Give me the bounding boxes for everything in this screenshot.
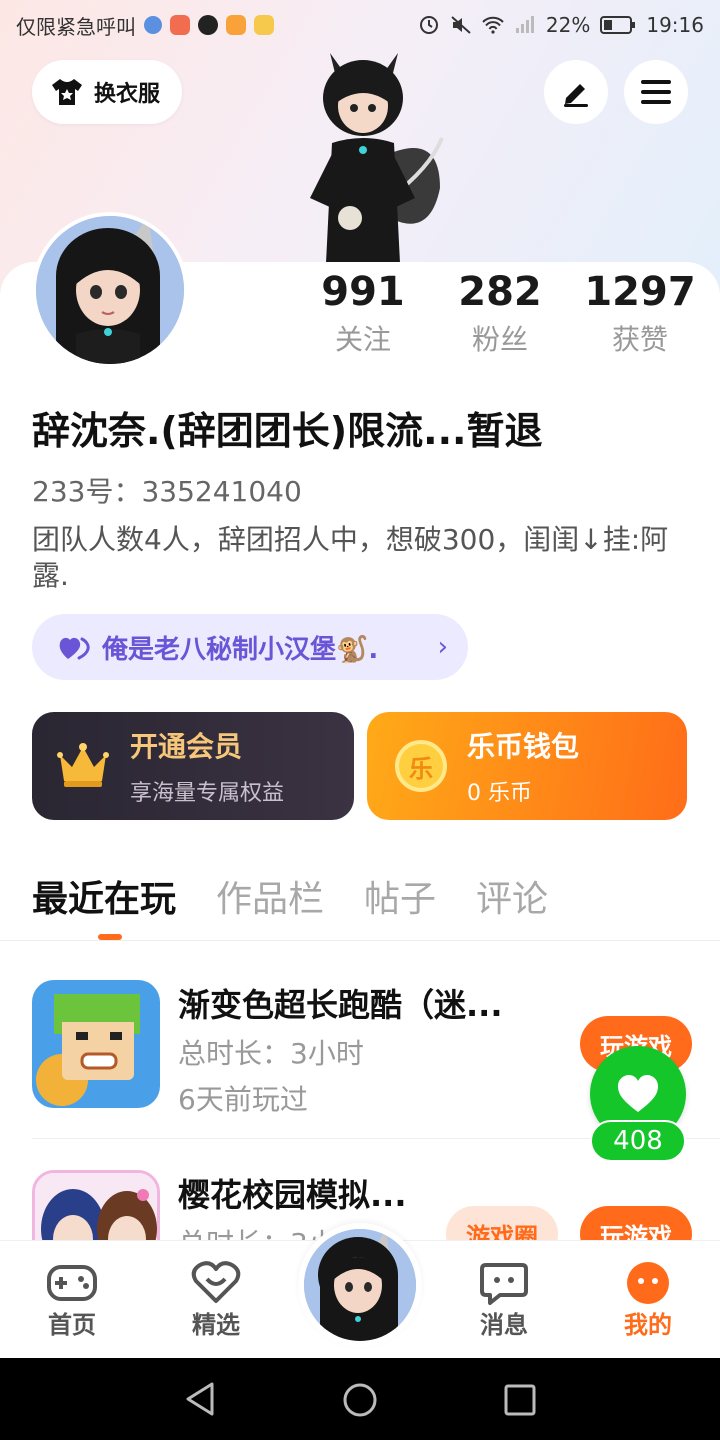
crown-icon — [57, 743, 109, 787]
vip-subtitle: 享海量专属权益 — [130, 781, 285, 806]
game-duration: 总时长：3小时 — [178, 1037, 364, 1070]
signal-icon — [515, 16, 534, 33]
gamepad-icon — [47, 1265, 97, 1301]
app-icon-weibo — [170, 15, 190, 35]
tab-posts[interactable]: 帖子 — [364, 870, 436, 922]
tab-recent-games[interactable]: 最近在玩 — [32, 870, 176, 922]
heart-group-icon — [59, 637, 90, 660]
stat-followers-value: 282 — [458, 269, 542, 315]
coin-icon: 乐 — [395, 740, 447, 792]
app-icon-video — [226, 15, 246, 35]
home-circle-icon[interactable] — [342, 1382, 378, 1418]
avatar-character-figure[interactable] — [270, 48, 460, 263]
mute-icon — [451, 16, 471, 34]
profile-avatar[interactable] — [32, 212, 188, 368]
game-title: 樱花校园模拟... — [178, 1176, 407, 1214]
clock: 19:16 — [646, 13, 704, 37]
game-title: 渐变色超长跑酷（迷... — [178, 986, 503, 1024]
system-navigation-bar — [0, 1358, 720, 1440]
wallet-title: 乐币钱包 — [467, 730, 580, 763]
dressup-label: 换衣服 — [94, 82, 161, 107]
alarm-icon — [419, 16, 438, 34]
stat-followers[interactable]: 282 粉丝 — [430, 270, 570, 358]
nav-featured-label: 精选 — [192, 1311, 240, 1339]
center-avatar-image — [304, 1229, 416, 1341]
stat-followers-label: 粉丝 — [471, 323, 528, 356]
wallet-balance: 0 乐币 — [467, 781, 532, 806]
stat-likes[interactable]: 1297 获赞 — [570, 270, 710, 358]
heart-icon — [618, 1075, 658, 1112]
stat-following[interactable]: 991 关注 — [293, 270, 433, 358]
app-icon-notes — [254, 15, 274, 35]
stat-following-label: 关注 — [334, 323, 391, 356]
recent-apps-icon[interactable] — [504, 1384, 536, 1416]
game-last-played: 6天前玩过 — [178, 1083, 308, 1116]
edit-icon — [564, 84, 588, 107]
battery-percent: 22% — [545, 13, 591, 37]
floating-like-count: 408 — [590, 1120, 686, 1162]
group-tag-label: 俺是老八秘制小汉堡🐒. — [102, 634, 379, 665]
stat-following-value: 991 — [321, 269, 405, 315]
bottom-navigation: 首页 精选 消息 我的 — [0, 1223, 720, 1358]
nav-center-avatar[interactable] — [298, 1223, 422, 1347]
nav-messages[interactable]: 消息 — [454, 1261, 554, 1340]
nav-me[interactable]: 我的 — [598, 1261, 698, 1340]
tab-comments[interactable]: 评论 — [476, 870, 548, 922]
stat-likes-value: 1297 — [584, 269, 696, 315]
coin-glyph: 乐 — [409, 754, 433, 783]
vip-membership-card[interactable]: 开通会员 享海量专属权益 — [32, 712, 354, 820]
wallet-card[interactable]: 乐 乐币钱包 0 乐币 — [367, 712, 687, 820]
nav-messages-label: 消息 — [480, 1311, 528, 1339]
tshirt-icon — [52, 79, 82, 105]
profile-uid[interactable]: 233号：335241040 — [32, 470, 302, 510]
featured-heart-icon — [191, 1261, 241, 1303]
stat-likes-label: 获赞 — [611, 323, 668, 356]
profile-bio: 团队人数4人，辞团招人中，想破300，闺闺↓挂:阿露. — [32, 523, 669, 593]
me-face-icon — [627, 1262, 669, 1304]
game-icon-parkour — [32, 980, 160, 1108]
wifi-icon — [482, 16, 504, 34]
app-icon-tiktok — [198, 15, 218, 35]
nav-featured[interactable]: 精选 — [166, 1261, 266, 1340]
menu-icon — [641, 80, 671, 104]
status-bar: 仅限紧急呼叫 22% 19:16 — [0, 0, 720, 50]
profile-nickname: 辞沈奈.(辞团团长)限流...暂退 — [32, 409, 543, 453]
nav-home-label: 首页 — [48, 1311, 96, 1339]
tab-works[interactable]: 作品栏 — [216, 870, 324, 922]
nav-me-label: 我的 — [624, 1311, 672, 1339]
profile-tabs: 最近在玩 作品栏 帖子 评论 — [32, 870, 548, 922]
vip-title: 开通会员 — [130, 730, 243, 763]
edit-profile-button[interactable] — [544, 60, 608, 124]
back-icon[interactable] — [184, 1382, 216, 1416]
app-icon-browser — [144, 16, 162, 34]
nav-home[interactable]: 首页 — [22, 1261, 122, 1340]
chat-bubble-icon — [480, 1263, 528, 1305]
tabs-divider — [0, 940, 720, 941]
carrier-text: 仅限紧急呼叫 — [16, 14, 136, 39]
dressup-button[interactable]: 换衣服 — [32, 60, 183, 124]
avatar-image — [36, 216, 184, 364]
group-tag-button[interactable]: 俺是老八秘制小汉堡🐒. › — [32, 614, 468, 680]
chevron-right-icon: › — [437, 632, 448, 662]
battery-icon — [600, 16, 636, 34]
menu-button[interactable] — [624, 60, 688, 124]
